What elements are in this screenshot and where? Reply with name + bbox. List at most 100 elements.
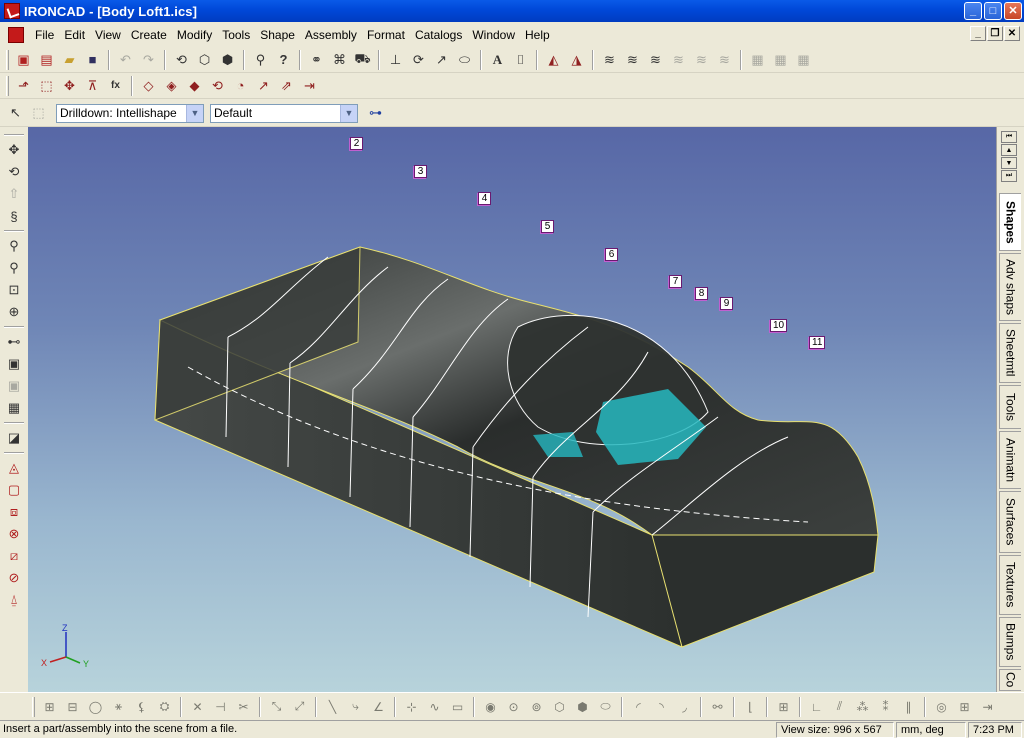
profile-tag-6[interactable]: 6: [605, 248, 618, 261]
tab-surfaces[interactable]: Surfaces: [999, 491, 1021, 553]
drilldown-select[interactable]: Drilldown: Intellishape ▼: [56, 103, 204, 123]
menu-catalogs[interactable]: Catalogs: [410, 25, 467, 45]
camera-button-4[interactable]: ▦: [2, 397, 26, 419]
shape-tool-13[interactable]: ⇥: [298, 75, 321, 97]
profile-tag-5[interactable]: 5: [541, 220, 554, 233]
sketch-tool-19[interactable]: ⊙: [502, 696, 525, 718]
tool-button-8[interactable]: ⊥: [384, 49, 407, 71]
tab-adv-shaps[interactable]: Adv shaps: [999, 253, 1021, 321]
look-button[interactable]: ⇧: [2, 183, 26, 205]
render-button[interactable]: ◪: [2, 427, 26, 449]
maximize-button[interactable]: □: [984, 2, 1002, 20]
tab-textures[interactable]: Textures: [999, 555, 1021, 615]
tool-button-19[interactable]: ≋: [667, 49, 690, 71]
ironcad-app-icon[interactable]: [4, 3, 20, 19]
sketch-tool-36[interactable]: ⊞: [953, 696, 976, 718]
last-tab-button[interactable]: ⏭: [1001, 170, 1017, 182]
shape-tool-5[interactable]: fx: [104, 75, 127, 97]
sketch-tool-17[interactable]: ▭: [446, 696, 469, 718]
sketch-tool-22[interactable]: ⬢: [571, 696, 594, 718]
tab-co[interactable]: Co: [999, 669, 1021, 691]
view-tool-5[interactable]: ⧄: [2, 545, 26, 567]
toolbar-grip[interactable]: [6, 75, 9, 96]
walk-button[interactable]: §: [2, 205, 26, 227]
shape-tool-8[interactable]: ◆: [183, 75, 206, 97]
tool-button-9[interactable]: ⟳: [407, 49, 430, 71]
sketch-tool-37[interactable]: ⇥: [976, 696, 999, 718]
mdi-close-button[interactable]: ✕: [1004, 26, 1020, 41]
chevron-down-icon[interactable]: ▼: [186, 104, 203, 122]
orbit-button[interactable]: ⟲: [2, 161, 26, 183]
pan-button[interactable]: ✥: [2, 139, 26, 161]
sketch-tool-8[interactable]: ⊣: [209, 696, 232, 718]
sketch-tool-14[interactable]: ∠: [367, 696, 390, 718]
sketch-tool-31[interactable]: ⫽: [828, 696, 851, 718]
profile-tag-2[interactable]: 2: [350, 137, 363, 150]
tool-button-3[interactable]: ⬢: [216, 49, 239, 71]
tab-bumps[interactable]: Bumps: [999, 617, 1021, 667]
style-select[interactable]: Default ▼: [210, 103, 358, 123]
sketch-tool-26[interactable]: ◞: [673, 696, 696, 718]
view-tool-7[interactable]: ⍙: [2, 589, 26, 611]
sketch-tool-9[interactable]: ✂: [232, 696, 255, 718]
shape-tool-11[interactable]: ↗: [252, 75, 275, 97]
tool-button-4[interactable]: ⚲: [249, 49, 272, 71]
shape-tool-2[interactable]: ⬚: [35, 75, 58, 97]
hierarchy-button[interactable]: ⊶: [364, 102, 387, 124]
profile-tag-3[interactable]: 3: [414, 165, 427, 178]
profile-tag-10[interactable]: 10: [770, 319, 788, 332]
sketch-tool-16[interactable]: ∿: [423, 696, 446, 718]
close-button[interactable]: ✕: [1004, 2, 1022, 20]
menu-create[interactable]: Create: [126, 25, 172, 45]
toolbar-grip[interactable]: [6, 49, 9, 70]
view-tool-2[interactable]: ▢: [2, 479, 26, 501]
shape-tool-10[interactable]: ◔: [229, 75, 252, 97]
shape-tool-12[interactable]: ⇗: [275, 75, 298, 97]
camera-button-1[interactable]: ⊷: [2, 331, 26, 353]
camera-button-3[interactable]: ▣: [2, 375, 26, 397]
tool-button-18[interactable]: ≋: [644, 49, 667, 71]
tool-button-22[interactable]: ▦: [746, 49, 769, 71]
sketch-tool-33[interactable]: ⁑: [874, 696, 897, 718]
menu-window[interactable]: Window: [467, 25, 520, 45]
sketch-tool-10[interactable]: ⤡: [265, 696, 288, 718]
tab-sheetmtl[interactable]: Sheetmtl: [999, 323, 1021, 383]
profile-tag-7[interactable]: 7: [669, 275, 682, 288]
tool-button-12[interactable]: A: [486, 49, 509, 71]
sketch-tool-5[interactable]: ⚸: [130, 696, 153, 718]
view-tool-6[interactable]: ⊘: [2, 567, 26, 589]
first-tab-button[interactable]: ⏮: [1001, 131, 1017, 143]
tool-button-14[interactable]: ◭: [542, 49, 565, 71]
undo-button[interactable]: ↶: [114, 49, 137, 71]
sketch-tool-3[interactable]: ◯: [84, 696, 107, 718]
tool-button-13[interactable]: ⌷: [509, 49, 532, 71]
shape-tool-6[interactable]: ◇: [137, 75, 160, 97]
menu-edit[interactable]: Edit: [59, 25, 90, 45]
minimize-button[interactable]: _: [964, 2, 982, 20]
sketch-tool-29[interactable]: ⊞: [772, 696, 795, 718]
toolbar-grip[interactable]: [32, 696, 35, 717]
tool-button-16[interactable]: ≋: [598, 49, 621, 71]
tool-button-6[interactable]: ⌘: [328, 49, 351, 71]
sketch-tool-28[interactable]: ⌊: [739, 696, 762, 718]
menu-tools[interactable]: Tools: [217, 25, 255, 45]
center-button[interactable]: ⊕: [2, 301, 26, 323]
sketch-tool-4[interactable]: ⚹: [107, 696, 130, 718]
save-button[interactable]: ■: [81, 49, 104, 71]
sketch-tool-11[interactable]: ⤢: [288, 696, 311, 718]
tool-button-2[interactable]: ⬡: [193, 49, 216, 71]
tool-button-7[interactable]: ⛟: [351, 49, 374, 71]
menu-file[interactable]: File: [30, 25, 59, 45]
shape-tool-7[interactable]: ◈: [160, 75, 183, 97]
tool-button-1[interactable]: ⟲: [170, 49, 193, 71]
sketch-tool-25[interactable]: ◝: [650, 696, 673, 718]
sketch-tool-34[interactable]: ∥: [897, 696, 920, 718]
open-button[interactable]: ▰: [58, 49, 81, 71]
sketch-tool-6[interactable]: ⛭: [153, 696, 176, 718]
profile-tag-9[interactable]: 9: [720, 297, 733, 310]
sketch-tool-27[interactable]: ⚯: [706, 696, 729, 718]
tool-button-11[interactable]: ⬭: [453, 49, 476, 71]
menu-shape[interactable]: Shape: [255, 25, 300, 45]
help-button[interactable]: ?: [272, 49, 295, 71]
select-box-button[interactable]: ⬚: [27, 102, 50, 124]
